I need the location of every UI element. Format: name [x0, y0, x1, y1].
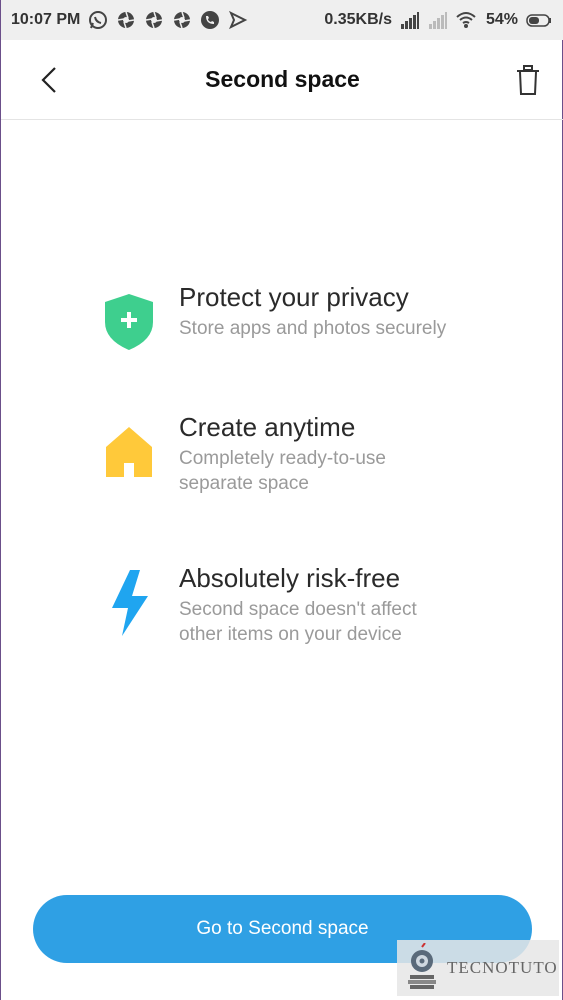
feature-item-create: Create anytime Completely ready-to-use s…: [101, 410, 521, 496]
network-speed: 0.35KB/s: [324, 11, 392, 28]
feature-description: Completely ready-to-use separate space: [179, 448, 386, 494]
aperture-icon: [144, 10, 164, 30]
phone-icon: [200, 10, 220, 30]
signal-icon: [400, 10, 420, 30]
battery-icon: [526, 10, 552, 30]
feature-text: Protect your privacy Store apps and phot…: [179, 280, 446, 341]
feature-item-privacy: Protect your privacy Store apps and phot…: [101, 280, 521, 354]
aperture-icon: [116, 10, 136, 30]
home-icon: [101, 420, 157, 484]
status-right: 0.35KB/s 54%: [324, 10, 552, 30]
feature-description: Store apps and photos securely: [179, 318, 447, 339]
feature-description: Second space doesn't affect other items …: [179, 599, 417, 645]
feature-item-risk-free: Absolutely risk-free Second space doesn'…: [101, 561, 521, 647]
wifi-icon: [456, 10, 476, 30]
feature-title: Absolutely risk-free: [179, 563, 401, 593]
signal-empty-icon: [428, 10, 448, 30]
whatsapp-icon: [88, 10, 108, 30]
back-button[interactable]: [31, 62, 67, 98]
send-icon: [228, 10, 248, 30]
status-time: 10:07 PM: [11, 11, 81, 28]
screen: 10:07 PM 0.35KB/s 54% Second space Prote…: [0, 0, 563, 1000]
logo-icon: [408, 943, 436, 989]
feature-title: Create anytime: [179, 412, 356, 442]
battery-percent: 54%: [485, 11, 518, 28]
feature-title: Protect your privacy: [179, 282, 409, 312]
status-left: 10:07 PM: [11, 10, 248, 30]
page-title: Second space: [205, 66, 360, 92]
feature-text: Absolutely risk-free Second space doesn'…: [179, 561, 417, 647]
header-bar: Second space: [1, 40, 563, 120]
trash-icon: [517, 65, 539, 95]
delete-button[interactable]: [510, 62, 546, 98]
shield-plus-icon: [101, 290, 157, 354]
chevron-left-icon: [41, 67, 56, 93]
status-bar: 10:07 PM 0.35KB/s 54%: [1, 0, 563, 40]
aperture-icon: [172, 10, 192, 30]
watermark: TECNOTUTO: [397, 940, 559, 996]
feature-text: Create anytime Completely ready-to-use s…: [179, 410, 386, 496]
watermark-text: TECNOTUTO: [447, 958, 558, 977]
lightning-icon: [101, 570, 157, 636]
